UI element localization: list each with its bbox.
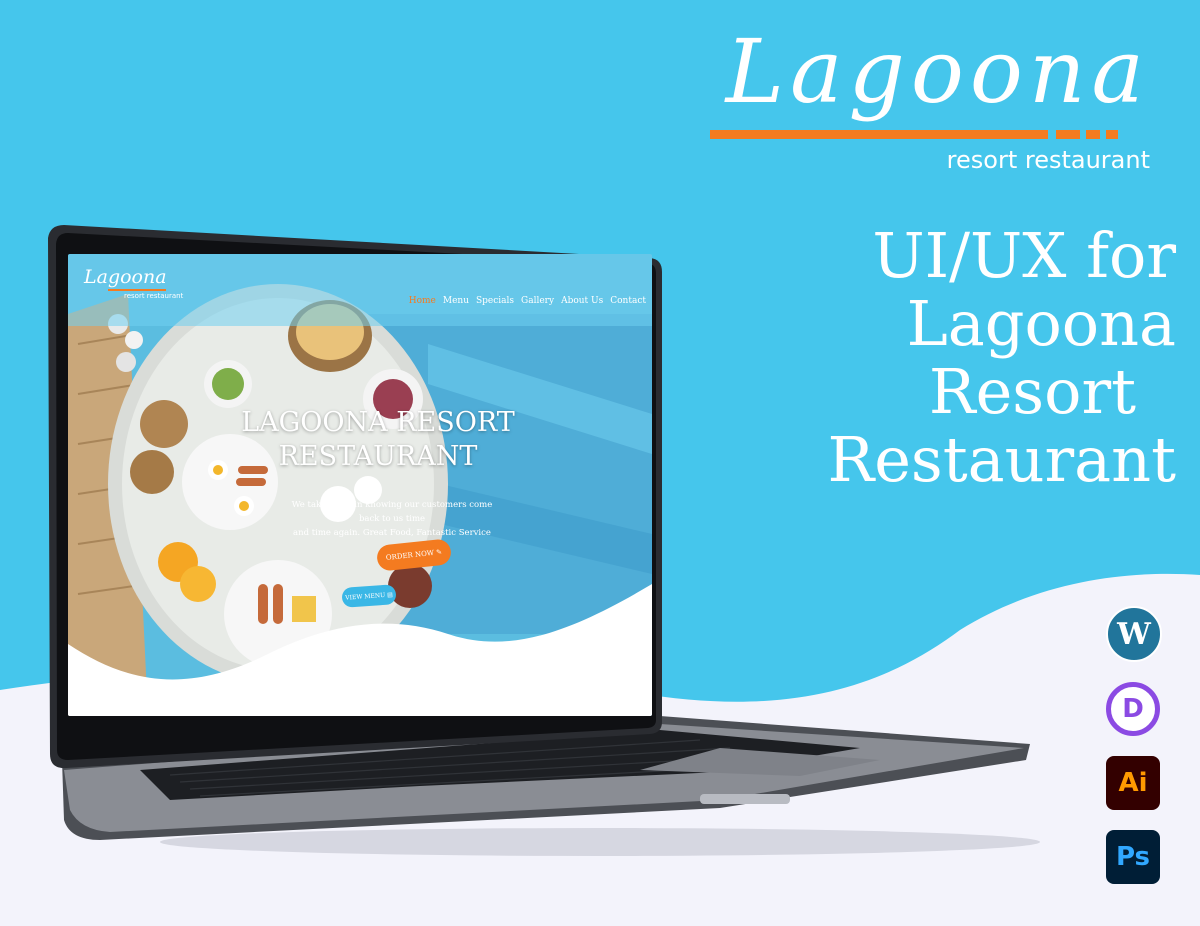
hero-title-line-1: LAGOONA RESORT (241, 407, 515, 438)
view-menu-button[interactable]: VIEW MENU ▤ (341, 584, 397, 608)
site-nav: Home Menu Specials Gallery About Us Cont… (409, 296, 646, 306)
website-screen: Lagoona resort restaurant Home Menu Spec… (68, 254, 652, 716)
site-logo-subtitle: resort restaurant (124, 292, 184, 300)
site-logo-underline (108, 289, 166, 291)
hero-title: LAGOONA RESORT RESTAURANT (218, 406, 538, 474)
nav-about-us[interactable]: About Us (561, 296, 603, 306)
nav-gallery[interactable]: Gallery (521, 296, 554, 306)
hero-description-line-2: and time again. Great Food, Fantastic Se… (293, 528, 491, 538)
nav-home[interactable]: Home (409, 296, 436, 306)
hero-photo (68, 254, 652, 716)
nav-menu[interactable]: Menu (443, 296, 469, 306)
hero-description: We take pride in knowing our customers c… (282, 498, 502, 540)
nav-specials[interactable]: Specials (476, 296, 514, 306)
nav-contact[interactable]: Contact (610, 296, 646, 306)
site-logo[interactable]: Lagoona (84, 266, 167, 288)
hero-title-line-2: RESTAURANT (278, 441, 478, 472)
hero-description-line-1: We take pride in knowing our customers c… (291, 500, 493, 524)
